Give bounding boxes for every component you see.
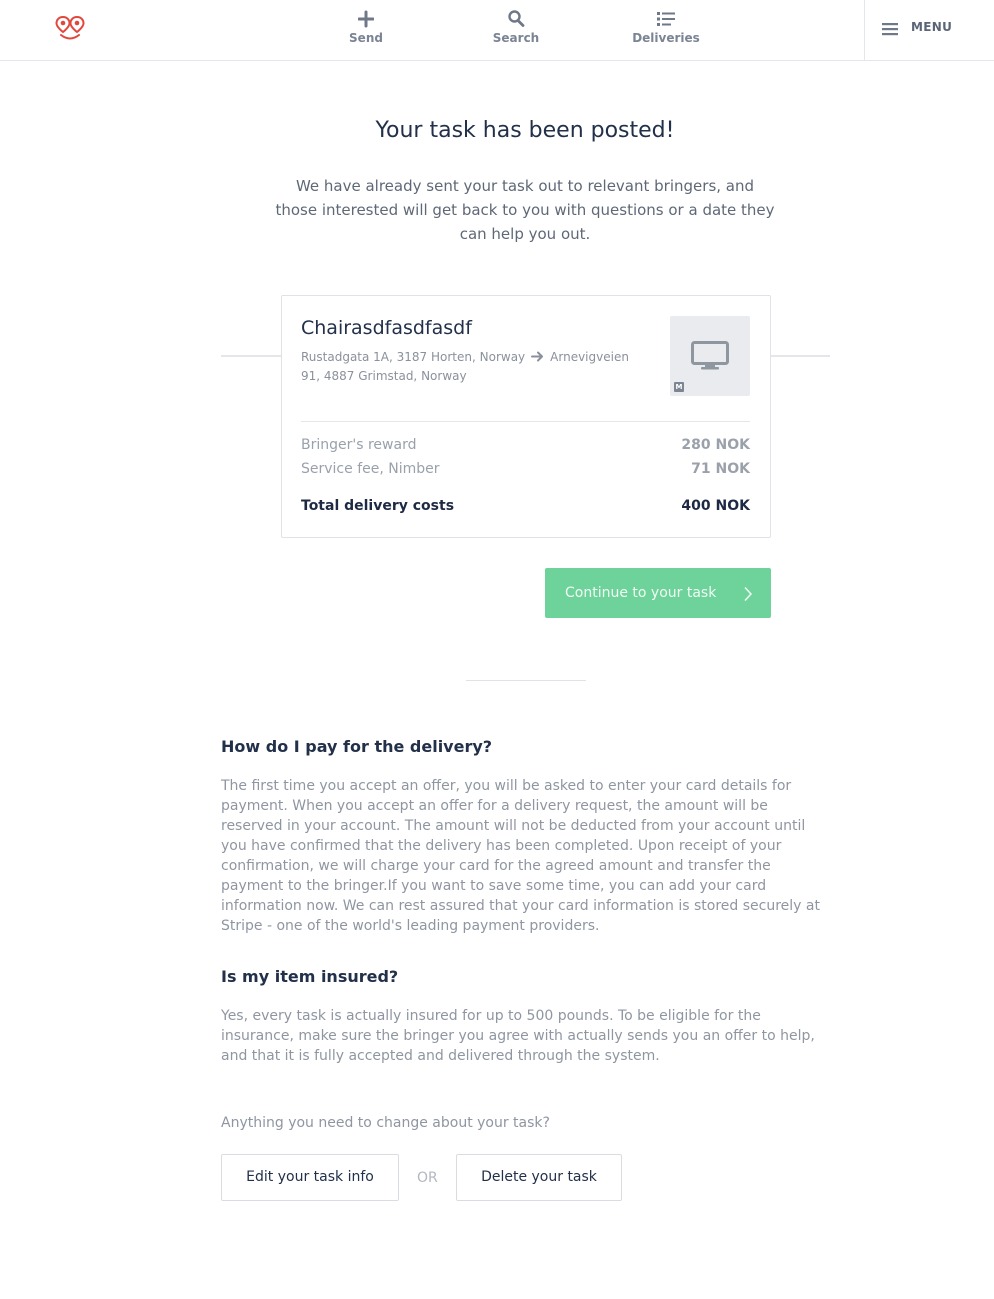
divider-line	[221, 355, 282, 357]
task-title: Chairasdfasdfasdf	[301, 317, 472, 339]
top-header: Send Search Deliveries MENU	[0, 0, 994, 61]
nav-send[interactable]: Send	[306, 8, 426, 45]
nav-search-label: Search	[492, 31, 540, 45]
delete-task-button[interactable]: Delete your task	[456, 1154, 622, 1201]
search-icon	[456, 8, 576, 30]
list-icon	[606, 8, 726, 30]
section-separator	[466, 680, 586, 681]
arrow-right-icon	[531, 349, 544, 367]
task-route: Rustadgata 1A, 3187 Horten, Norway Arnevi…	[301, 348, 646, 385]
divider-line	[770, 355, 830, 357]
edit-task-button[interactable]: Edit your task info	[221, 1154, 399, 1201]
nav-deliveries-label: Deliveries	[632, 31, 700, 45]
faq-question-insurance: Is my item insured?	[221, 967, 399, 986]
continue-button[interactable]: Continue to your task	[545, 568, 771, 618]
card-divider	[301, 421, 750, 422]
change-task-prompt: Anything you need to change about your t…	[221, 1115, 550, 1131]
nimber-logo[interactable]	[55, 15, 85, 41]
hero-description: We have already sent your task out to re…	[275, 177, 775, 243]
faq-answer-insurance: Yes, every task is actually insured for …	[221, 1008, 815, 1064]
total-value: 400 NOK	[681, 498, 750, 514]
pickup-address: Rustadgata 1A, 3187 Horten, Norway	[301, 350, 526, 364]
fee-label: Service fee, Nimber	[301, 461, 440, 477]
plus-icon	[306, 8, 426, 30]
or-separator: OR	[417, 1170, 438, 1186]
nav-deliveries[interactable]: Deliveries	[606, 8, 726, 45]
faq-question-payment: How do I pay for the delivery?	[221, 737, 493, 756]
menu-label: MENU	[911, 20, 953, 34]
total-label: Total delivery costs	[301, 498, 455, 514]
tv-icon	[691, 341, 729, 375]
menu-button[interactable]: MENU	[864, 0, 994, 60]
continue-label: Continue to your task	[565, 585, 717, 601]
fee-value: 71 NOK	[691, 461, 750, 477]
faq-answer-payment: The first time you accept an offer, you …	[221, 778, 820, 934]
nav-search[interactable]: Search	[456, 8, 576, 45]
reward-value: 280 NOK	[681, 437, 750, 453]
item-thumbnail: M	[670, 316, 750, 396]
reward-label: Bringer's reward	[301, 437, 417, 453]
nav-send-label: Send	[349, 31, 383, 45]
task-summary-card[interactable]: Chairasdfasdfasdf Rustadgata 1A, 3187 Ho…	[281, 295, 771, 538]
page-title: Your task has been posted!	[375, 118, 675, 143]
size-badge: M	[674, 382, 684, 392]
chevron-right-icon	[743, 586, 753, 606]
hamburger-icon	[882, 21, 898, 40]
